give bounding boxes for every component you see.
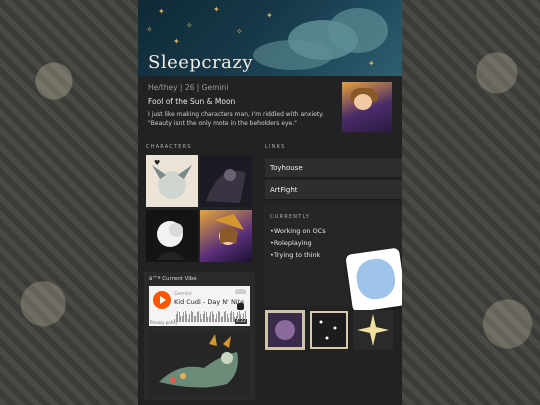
- gallery-art: [357, 314, 389, 346]
- profile-name: Sleepcrazy: [148, 52, 253, 73]
- character-thumbnail[interactable]: ♥: [146, 155, 198, 207]
- gallery-thumbnail[interactable]: [309, 310, 349, 350]
- svg-text:♥: ♥: [154, 159, 160, 167]
- share-icon[interactable]: [237, 303, 244, 310]
- profile-bio: I just like making characters man, I'm r…: [148, 110, 338, 128]
- characters-heading: CHARACTERS: [146, 144, 192, 150]
- star-icon: ✧: [236, 27, 243, 36]
- dragon-art: [159, 334, 238, 388]
- star-icon: ✦: [368, 59, 375, 68]
- star-icon: ✧: [186, 21, 193, 30]
- track-title[interactable]: Kid Cudi - Day N' Nite: [174, 298, 244, 306]
- privacy-policy-link[interactable]: Privacy policy: [150, 320, 178, 325]
- links-heading: LINKS: [265, 144, 286, 150]
- link-toyhouse[interactable]: Toyhouse: [265, 158, 402, 178]
- track-duration: 4:22: [235, 319, 248, 324]
- profile-subtitle: Fool of the Sun & Moon: [148, 97, 236, 106]
- character-sticker: [345, 247, 402, 313]
- soundcloud-logo-icon[interactable]: [235, 289, 246, 294]
- gallery-thumbnail[interactable]: [353, 310, 393, 350]
- bio-line: "Beauty isnt the only mote in the behold…: [148, 120, 297, 127]
- pronouns-text: He/they | 26 | Gemini: [148, 83, 229, 92]
- sticker-figure: [354, 256, 398, 302]
- star-icon: ✦: [158, 7, 165, 16]
- dragon-artwork: [149, 332, 250, 396]
- profile-card: ✦ ✧ ✦ ✧ ✦ ✦ ✦ ✧ Sleepcrazy He/they | 26 …: [138, 0, 402, 405]
- character-art: [156, 221, 186, 260]
- avatar: [342, 82, 392, 132]
- gallery-art: [310, 311, 348, 349]
- currently-heading: CURRENTLY: [270, 214, 311, 220]
- avatar-face: [354, 94, 372, 110]
- character-art: ♥: [152, 159, 192, 199]
- track-artist[interactable]: Gemini: [174, 291, 192, 297]
- star-icon: ✦: [173, 37, 180, 46]
- star-icon: ✧: [146, 25, 153, 34]
- banner-cloud: [328, 8, 388, 53]
- profile-banner: ✦ ✧ ✦ ✧ ✦ ✦ ✦ ✧ Sleepcrazy: [138, 0, 402, 76]
- character-thumbnail[interactable]: [200, 155, 252, 207]
- link-artfight[interactable]: ArtFight: [265, 180, 402, 200]
- currently-item: •Roleplaying: [270, 239, 312, 247]
- bio-line: I just like making characters man, I'm r…: [148, 111, 324, 118]
- banner-cloud: [253, 40, 333, 70]
- character-thumbnail[interactable]: [146, 210, 198, 262]
- character-thumbnail[interactable]: [200, 210, 252, 262]
- gallery-thumbnail[interactable]: [265, 310, 305, 350]
- gallery-art: [268, 313, 302, 347]
- star-icon: ✦: [213, 5, 220, 14]
- vibe-title: â™ª Current Vibe: [149, 276, 197, 282]
- character-art: [206, 169, 246, 203]
- character-art: [214, 214, 244, 245]
- current-vibe-panel: â™ª Current Vibe Gemini Kid Cudi - Day N…: [144, 272, 255, 400]
- star-icon: ✦: [266, 11, 273, 20]
- play-button[interactable]: [153, 291, 171, 309]
- soundcloud-player: Gemini Kid Cudi - Day N' Nite Privacy po…: [149, 286, 250, 326]
- currently-item: •Trying to think: [270, 251, 321, 259]
- currently-item: •Working on OCs: [270, 227, 326, 235]
